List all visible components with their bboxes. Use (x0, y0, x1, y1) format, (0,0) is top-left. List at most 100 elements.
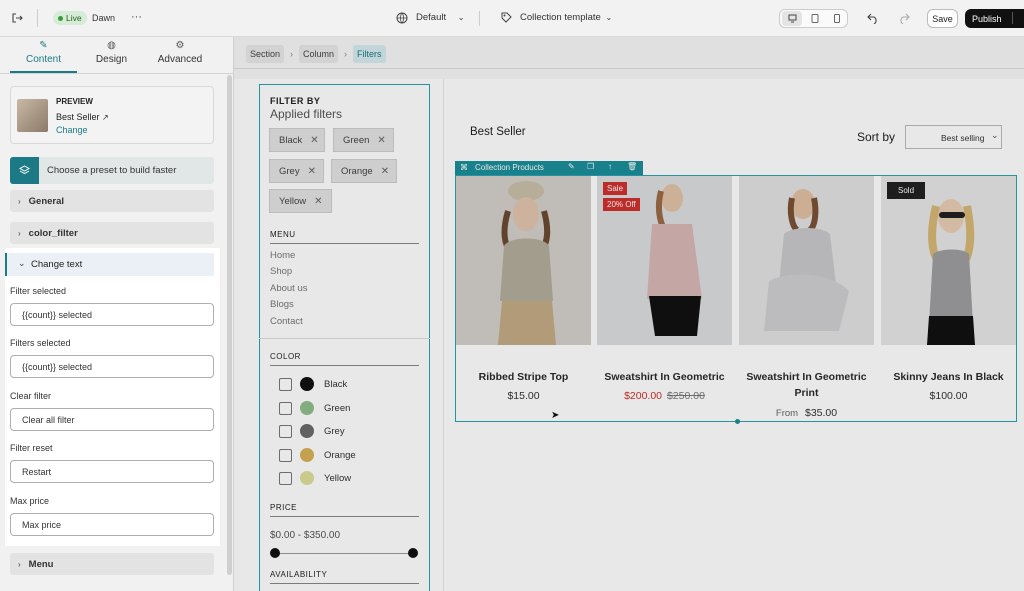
move-up-icon[interactable]: ↑ (608, 162, 612, 171)
checkbox[interactable] (279, 471, 292, 485)
edit-icon[interactable]: ✎ (568, 162, 575, 171)
color-option-orange[interactable]: Orange (279, 448, 356, 462)
product-name[interactable]: Skinny Jeans In Black (878, 369, 1019, 385)
chevron-right-icon: › (18, 228, 21, 238)
sort-select[interactable]: Best selling ⌄ (905, 125, 1002, 149)
device-select[interactable]: Default ⌄ (416, 12, 464, 23)
product-image[interactable] (739, 176, 874, 345)
accordion-change-text[interactable]: ⌄ Change text (5, 253, 214, 276)
price-slider-max-handle[interactable] (408, 548, 418, 558)
menu-link-home[interactable]: Home (270, 250, 295, 261)
preset-button[interactable]: Choose a preset to build faster (10, 157, 214, 184)
breadcrumb-column[interactable]: Column (299, 45, 339, 63)
preview-title[interactable]: Best Seller ↗ (56, 112, 109, 122)
device-toggle-group (779, 9, 848, 28)
color-swatch (300, 377, 314, 391)
pencil-icon: ✎ (39, 40, 48, 51)
duplicate-icon[interactable]: ❐ (587, 162, 594, 171)
filter-chip-black[interactable]: Black ✕ (269, 128, 325, 152)
checkbox[interactable] (279, 377, 292, 391)
menu-heading: MENU (270, 230, 296, 239)
price-range: $0.00 - $350.00 (270, 530, 341, 541)
sold-badge: Sold (887, 182, 926, 199)
more-options-button[interactable]: ··· (131, 11, 142, 23)
redo-icon[interactable] (897, 11, 911, 25)
menu-link-about[interactable]: About us (270, 283, 308, 294)
field-label: Filter selected (10, 286, 67, 296)
product-name[interactable]: Ribbed Stripe Top (453, 369, 594, 385)
block-toolbar: ⌘ Collection Products ✎ ❐ ↑ 🗑 (455, 161, 643, 175)
product-image[interactable]: Sold (881, 176, 1016, 345)
publish-button[interactable]: Publish (965, 9, 1024, 28)
color-option-grey[interactable]: Grey (279, 424, 345, 438)
color-option-green[interactable]: Green (279, 401, 350, 415)
live-badge: Live (53, 11, 87, 25)
tablet-icon[interactable] (805, 11, 825, 26)
filter-chip-yellow[interactable]: Yellow ✕ (269, 189, 332, 213)
price-slider[interactable] (275, 553, 413, 554)
resize-handle[interactable] (735, 419, 740, 424)
chevron-down-icon: ⌄ (457, 13, 465, 22)
tag-icon (500, 11, 513, 24)
collection-title: Best Seller (470, 126, 526, 138)
tab-advanced[interactable]: ⚙ Advanced (148, 37, 212, 73)
price-prefix: From (775, 408, 799, 419)
accordion-general[interactable]: › General (10, 190, 214, 212)
breadcrumb-filters[interactable]: Filters (353, 45, 386, 63)
field-label: Clear filter (10, 391, 52, 401)
accordion-color-filter[interactable]: › color_filter (10, 222, 214, 244)
save-button[interactable]: Save (927, 9, 958, 28)
preview-card: PREVIEW Best Seller ↗ Change (10, 86, 214, 144)
breadcrumb-section[interactable]: Section (246, 45, 285, 63)
filters-selected-input[interactable]: {{count}} selected (10, 355, 214, 378)
close-icon: ✕ (307, 165, 316, 177)
layers-icon (10, 157, 39, 184)
max-price-input[interactable]: Max price (10, 513, 214, 536)
price-slider-min-handle[interactable] (270, 548, 280, 558)
product-image[interactable]: Sale 20% Off (597, 176, 732, 345)
chevron-down-icon: ⌄ (18, 258, 26, 268)
clear-filter-input[interactable]: Clear all filter (10, 408, 214, 431)
sort-label: Sort by (857, 130, 896, 144)
filter-reset-input[interactable]: Restart (10, 460, 214, 483)
tab-content[interactable]: ✎ Content (10, 37, 77, 73)
color-swatch (300, 401, 314, 415)
checkbox[interactable] (279, 424, 292, 438)
filter-chip-green[interactable]: Green ✕ (333, 128, 394, 152)
breadcrumb: Section › Column › Filters (246, 45, 386, 63)
filter-chip-grey[interactable]: Grey ✕ (269, 159, 324, 183)
change-link[interactable]: Change (56, 125, 88, 135)
accordion-menu[interactable]: › Menu (10, 553, 214, 575)
menu-link-contact[interactable]: Contact (270, 316, 303, 327)
menu-link-blogs[interactable]: Blogs (270, 299, 294, 310)
menu-link-shop[interactable]: Shop (270, 266, 292, 277)
cursor-icon: ➤ (551, 410, 560, 421)
desktop-icon[interactable] (782, 11, 802, 26)
filter-chip-orange[interactable]: Orange ✕ (331, 159, 397, 183)
color-swatch (300, 471, 314, 485)
exit-icon[interactable] (10, 11, 24, 25)
product-name[interactable]: Sweatshirt In Geometric Print (736, 369, 877, 401)
undo-icon[interactable] (866, 11, 880, 25)
color-swatch (300, 448, 314, 462)
template-select[interactable]: Collection template ⌄ (520, 12, 612, 23)
checkbox[interactable] (279, 401, 292, 415)
checkbox[interactable] (279, 448, 292, 462)
chevron-right-icon: › (18, 196, 21, 206)
color-option-black[interactable]: Black (279, 377, 347, 391)
mobile-icon[interactable] (827, 11, 847, 26)
preview-thumbnail (17, 99, 48, 132)
product-name[interactable]: Sweatshirt In Geometric (594, 369, 735, 385)
filter-by-heading: FILTER BY (270, 96, 321, 106)
tab-design[interactable]: ◍ Design (80, 37, 143, 73)
close-icon: ✕ (310, 134, 319, 146)
color-option-yellow[interactable]: Yellow (279, 471, 351, 485)
color-swatch (300, 424, 314, 438)
product-image[interactable] (456, 176, 591, 345)
trash-icon[interactable]: 🗑 (627, 162, 637, 171)
product-price: $200.00 $250.00 (594, 390, 735, 402)
filter-selected-input[interactable]: {{count}} selected (10, 303, 214, 326)
sidebar-scrollbar[interactable] (227, 75, 232, 575)
applied-filters-label: Applied filters (270, 107, 343, 121)
close-icon: ✕ (377, 134, 386, 146)
